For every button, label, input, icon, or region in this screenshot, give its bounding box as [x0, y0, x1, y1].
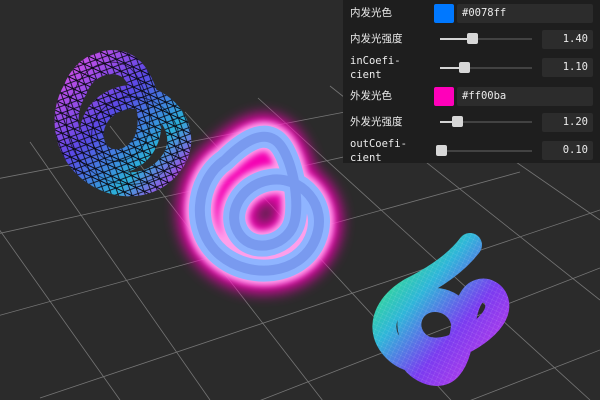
glow-settings-panel: 内发光色 #0078ff 内发光强度 1.40 inCoefi-cient 1.… [343, 0, 600, 166]
outer-glow-color-row: 外发光色 #ff00ba [343, 83, 600, 109]
out-coefficient-slider[interactable] [435, 144, 532, 156]
out-coefficient-field[interactable]: 0.10 [542, 141, 593, 160]
inner-glow-strength-slider[interactable] [440, 33, 532, 44]
inner-glow-color-swatch[interactable] [434, 4, 454, 23]
in-coefficient-row: inCoefi-cient 1.10 [343, 52, 600, 83]
outer-glow-strength-row: 外发光强度 1.20 [343, 109, 600, 135]
outer-glow-strength-field[interactable]: 1.20 [542, 112, 593, 132]
outer-glow-color-swatch[interactable] [434, 87, 454, 106]
inner-glow-strength-field[interactable]: 1.40 [542, 29, 593, 49]
inner-glow-strength-label: 内发光强度 [350, 33, 403, 45]
in-coefficient-thumb[interactable] [458, 61, 470, 73]
out-coefficient-thumb[interactable] [435, 144, 447, 156]
outer-glow-strength-slider[interactable] [440, 116, 532, 127]
outer-glow-color-field[interactable]: #ff00ba [457, 87, 593, 106]
in-coefficient-label: inCoefi-cient [350, 54, 401, 81]
inner-glow-color-row: 内发光色 #0078ff [343, 0, 600, 26]
outer-glow-strength-label: 外发光强度 [350, 116, 403, 128]
inner-glow-color-label: 内发光色 [350, 7, 392, 19]
inner-glow-strength-row: 内发光强度 1.40 [343, 26, 600, 52]
inner-glow-color-field[interactable]: #0078ff [457, 4, 593, 23]
inner-glow-strength-thumb[interactable] [467, 33, 479, 44]
out-coefficient-row: outCoefi-cient 0.10 [343, 135, 600, 166]
outer-glow-strength-thumb[interactable] [452, 116, 464, 127]
out-coefficient-label: outCoefi-cient [350, 137, 407, 164]
outer-glow-color-label: 外发光色 [350, 90, 392, 102]
in-coefficient-slider[interactable] [440, 61, 532, 73]
in-coefficient-field[interactable]: 1.10 [542, 58, 593, 77]
glowing-torus-knot [178, 114, 341, 293]
